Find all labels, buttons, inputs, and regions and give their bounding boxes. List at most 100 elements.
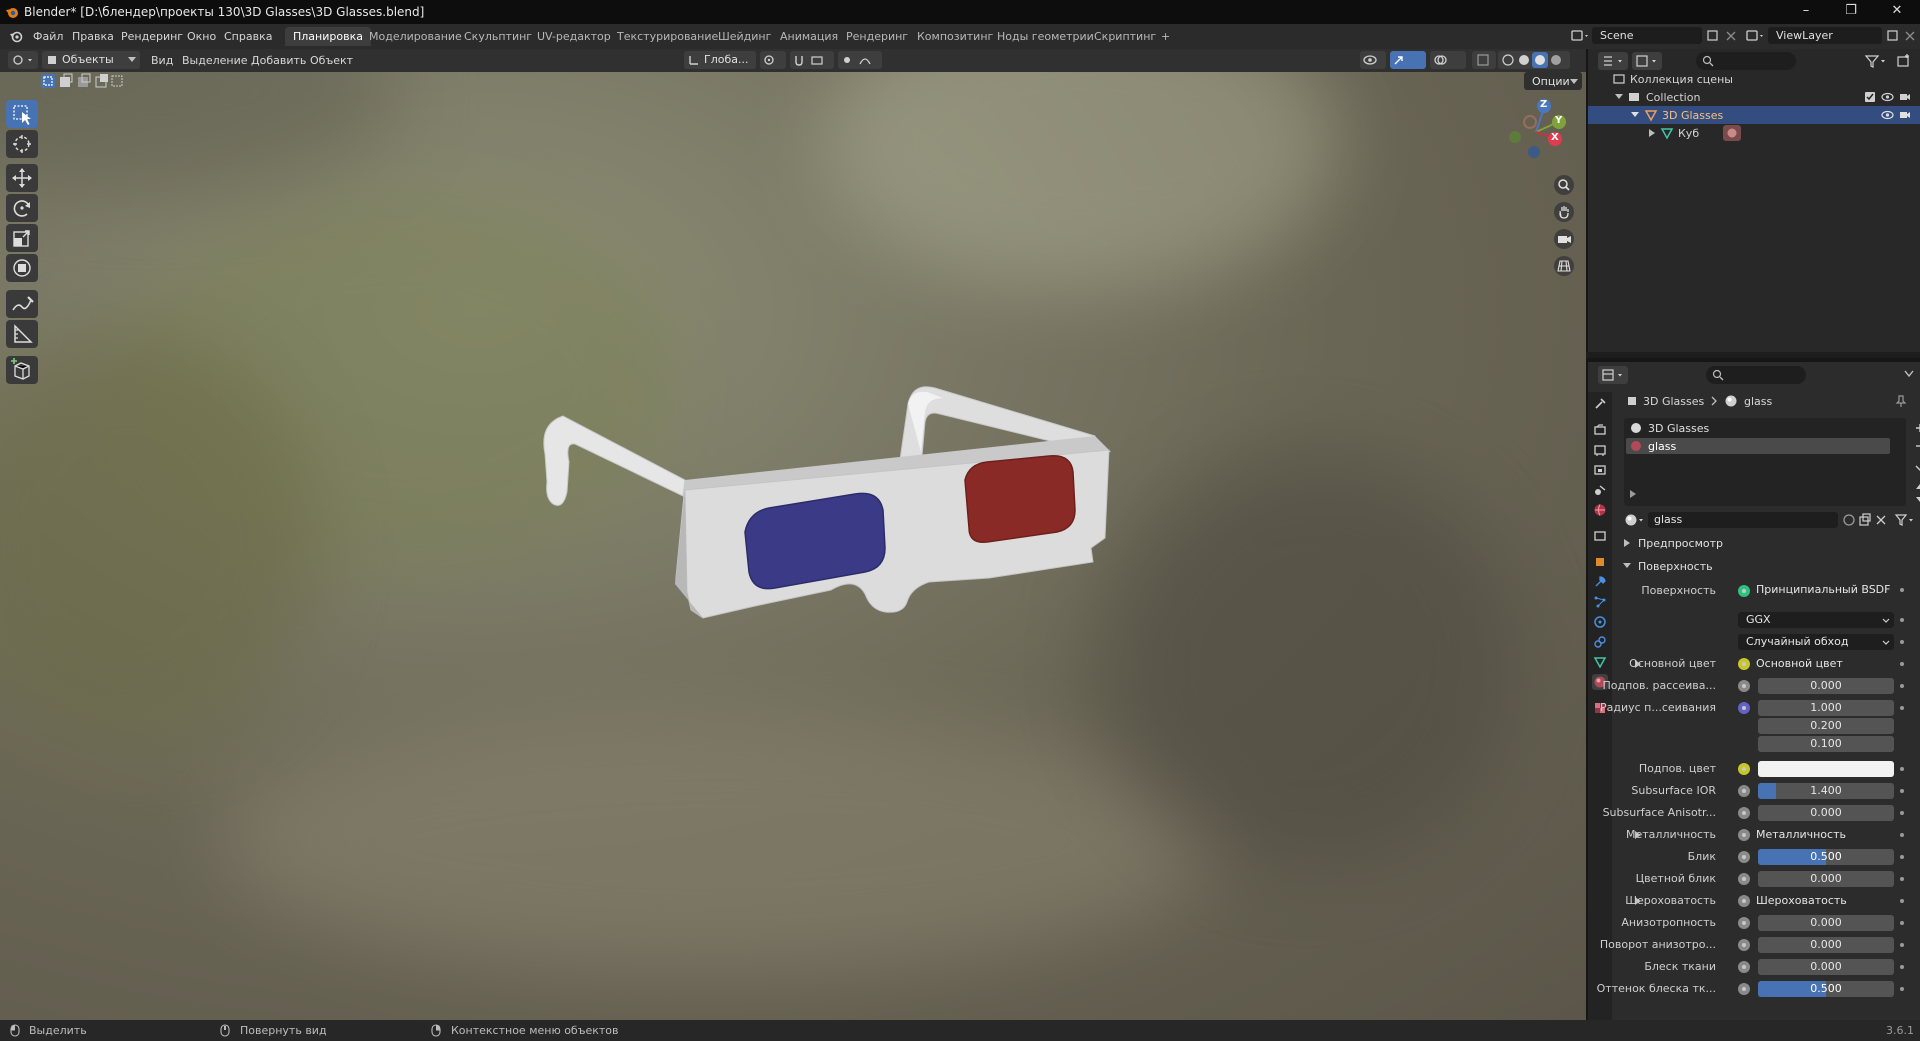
keyframe-dot[interactable]: [1900, 789, 1904, 793]
annotate-tool[interactable]: [6, 290, 38, 318]
menu-select[interactable]: Выделение: [182, 54, 248, 67]
move-slot-up-icon[interactable]: [1914, 480, 1920, 492]
sheen-field[interactable]: 0.000: [1758, 959, 1894, 975]
keyframe-dot[interactable]: [1900, 618, 1904, 622]
filter-icon[interactable]: [1864, 53, 1888, 69]
subsurface-method-dropdown[interactable]: Случайный обход: [1738, 634, 1894, 650]
outliner-row-3d-glasses[interactable]: 3D Glasses: [1588, 106, 1920, 124]
selection-mode-icons[interactable]: [40, 73, 126, 89]
subsurface-ior-field[interactable]: 1.400: [1758, 783, 1894, 799]
close-window-button[interactable]: ✕: [1874, 0, 1920, 24]
physics-tab-icon[interactable]: [1592, 614, 1608, 630]
scene-name-field[interactable]: Scene: [1592, 27, 1702, 44]
rendered-shading-button[interactable]: [1548, 51, 1564, 69]
select-box-tool[interactable]: [6, 100, 38, 128]
pivot-point-icon[interactable]: [760, 51, 786, 69]
add-cube-tool[interactable]: [6, 356, 38, 384]
3d-viewport[interactable]: Опции Z Y X: [0, 72, 1586, 1020]
subsurface-radius-x-field[interactable]: 1.000: [1758, 700, 1894, 716]
tab-uv-editing[interactable]: UV-редактор: [529, 27, 619, 46]
wireframe-shading-button[interactable]: [1500, 51, 1516, 69]
preview-panel-header[interactable]: Предпросмотр: [1618, 534, 1918, 552]
properties-editor-type-icon[interactable]: [1598, 366, 1628, 384]
menu-window[interactable]: Окно: [187, 30, 216, 43]
snap-icon[interactable]: [790, 51, 834, 69]
proportional-editing-icon[interactable]: [838, 51, 882, 69]
menu-view[interactable]: Вид: [151, 54, 173, 67]
value-socket-icon[interactable]: [1738, 785, 1750, 797]
scene-icon[interactable]: [1571, 28, 1591, 44]
metallic-link-field[interactable]: Металличность: [1738, 827, 1894, 843]
navigation-gizmo[interactable]: Z Y X: [1500, 92, 1574, 166]
cursor-tool[interactable]: [6, 130, 38, 158]
tab-shading[interactable]: Шейдинг: [710, 27, 779, 46]
surface-panel-header[interactable]: Поверхность: [1618, 557, 1918, 575]
new-scene-icon[interactable]: [1706, 29, 1720, 43]
menu-file[interactable]: Файл: [33, 30, 63, 43]
transform-tool[interactable]: [6, 254, 38, 282]
world-tab-icon[interactable]: [1592, 502, 1608, 518]
link-type-icon[interactable]: [1894, 512, 1916, 528]
output-tab-icon[interactable]: [1592, 442, 1608, 458]
remove-material-slot-icon[interactable]: [1914, 440, 1920, 452]
anisotropic-rotation-field[interactable]: 0.000: [1758, 937, 1894, 953]
keyframe-dot[interactable]: [1900, 965, 1904, 969]
keyframe-dot[interactable]: [1900, 943, 1904, 947]
gizmo-toggle-icon[interactable]: [1390, 51, 1426, 69]
tab-geometry-nodes[interactable]: Ноды геометрии: [989, 27, 1102, 46]
value-socket-icon[interactable]: [1738, 917, 1750, 929]
visibility-selectability-icon[interactable]: [1360, 51, 1386, 69]
minimize-button[interactable]: –: [1783, 0, 1829, 24]
keyframe-dot[interactable]: [1900, 706, 1904, 710]
keyframe-dot[interactable]: [1900, 899, 1904, 903]
subsurface-radius-y-field[interactable]: 0.200: [1758, 718, 1894, 734]
delete-view-layer-icon[interactable]: [1903, 29, 1917, 43]
constraints-tab-icon[interactable]: [1592, 634, 1608, 650]
menu-edit[interactable]: Правка: [72, 30, 114, 43]
properties-search-input[interactable]: [1706, 366, 1806, 384]
tab-layout[interactable]: Планировка: [285, 27, 371, 46]
keyframe-dot[interactable]: [1900, 833, 1904, 837]
keyframe-dot[interactable]: [1900, 662, 1904, 666]
fake-user-icon[interactable]: [1842, 513, 1856, 527]
keyframe-dot[interactable]: [1900, 877, 1904, 881]
pan-hand-icon[interactable]: [1553, 201, 1575, 223]
subsurface-anisotropy-field[interactable]: 0.000: [1758, 805, 1894, 821]
maximize-button[interactable]: ❐: [1828, 0, 1874, 24]
keyframe-dot[interactable]: [1900, 921, 1904, 925]
roughness-link-field[interactable]: Шероховатость: [1738, 893, 1894, 909]
data-tab-icon[interactable]: [1592, 654, 1608, 670]
editor-type-button[interactable]: [8, 51, 38, 69]
measure-tool[interactable]: [6, 320, 38, 348]
display-mode-icon[interactable]: [1632, 52, 1662, 70]
specular-tint-field[interactable]: 0.000: [1758, 871, 1894, 887]
menu-help[interactable]: Справка: [224, 30, 272, 43]
perspective-toggle-icon[interactable]: [1553, 255, 1575, 277]
camera-view-icon[interactable]: [1553, 228, 1575, 250]
new-view-layer-icon[interactable]: [1886, 29, 1900, 43]
value-socket-icon[interactable]: [1738, 807, 1750, 819]
new-collection-icon[interactable]: [1896, 53, 1912, 69]
solid-shading-button[interactable]: [1516, 51, 1532, 69]
surface-shader-field[interactable]: Принципиальный BSDF: [1738, 582, 1894, 598]
transform-orientation-dropdown[interactable]: Глоба...: [684, 51, 756, 69]
rotate-tool[interactable]: [6, 194, 38, 222]
value-socket-icon[interactable]: [1738, 851, 1750, 863]
view-layer-icon[interactable]: [1746, 28, 1766, 44]
outliner-row-collection[interactable]: Collection: [1588, 88, 1920, 106]
tab-compositing[interactable]: Композитинг: [909, 27, 1001, 46]
menu-add[interactable]: Добавить: [251, 54, 306, 67]
value-socket-icon[interactable]: [1738, 873, 1750, 885]
3d-glasses-object[interactable]: [535, 372, 1175, 672]
overlays-toggle-icon[interactable]: [1430, 51, 1466, 69]
unlink-material-icon[interactable]: [1874, 513, 1888, 527]
add-workspace-button[interactable]: +: [1153, 27, 1178, 46]
scene-tab-icon[interactable]: [1592, 482, 1608, 498]
outliner-search-input[interactable]: [1696, 52, 1796, 70]
keyframe-dot[interactable]: [1900, 987, 1904, 991]
keyframe-dot[interactable]: [1900, 811, 1904, 815]
outliner-row-scene-collection[interactable]: Коллекция сцены: [1588, 70, 1920, 88]
menu-object[interactable]: Объект: [310, 54, 353, 67]
keyframe-dot[interactable]: [1900, 684, 1904, 688]
tool-tab-icon[interactable]: [1592, 396, 1608, 412]
